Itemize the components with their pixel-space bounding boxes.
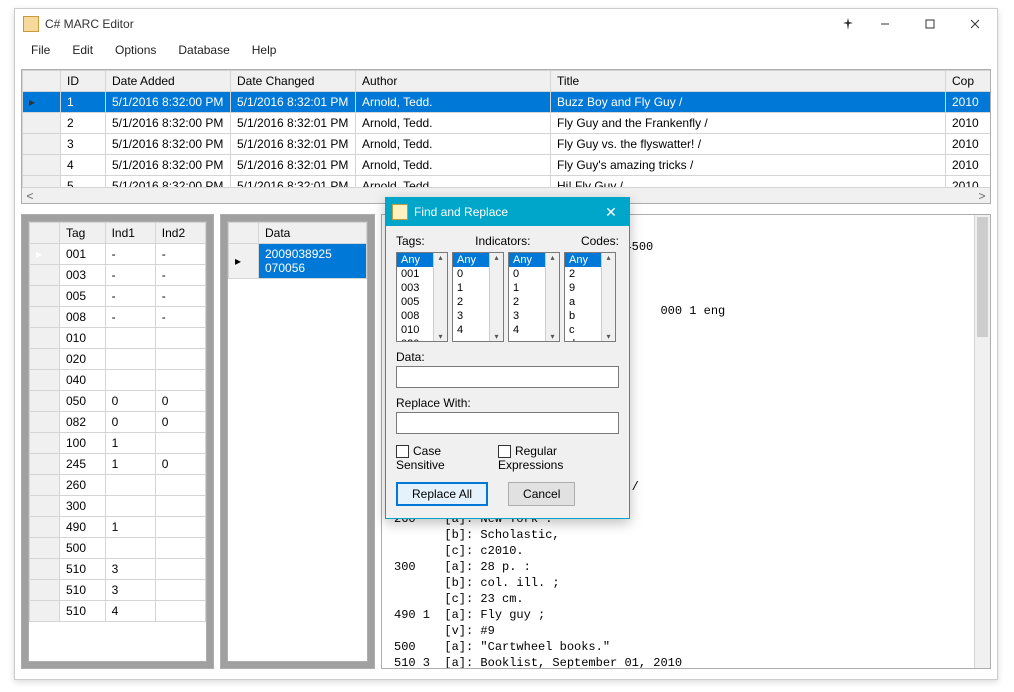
table-row[interactable]: 005--	[30, 286, 206, 307]
dialog-title: Find and Replace	[414, 205, 599, 219]
data-panel: Data▸2009038925 070056	[220, 214, 375, 669]
menu-file[interactable]: File	[21, 40, 60, 60]
table-row[interactable]: 260	[30, 475, 206, 496]
dialog-icon	[392, 204, 408, 220]
replace-input[interactable]	[396, 412, 619, 434]
table-row[interactable]: 35/1/2016 8:32:00 PM5/1/2016 8:32:01 PMA…	[23, 134, 991, 155]
data-input[interactable]	[396, 366, 619, 388]
menubar: File Edit Options Database Help	[15, 39, 997, 61]
table-row[interactable]: 020	[30, 349, 206, 370]
app-icon	[23, 16, 39, 32]
scroll-right-icon[interactable]: >	[974, 189, 990, 203]
table-row[interactable]: 5103	[30, 559, 206, 580]
table-row[interactable]: 003--	[30, 265, 206, 286]
ind1-listbox[interactable]: Any01234▴▾	[452, 252, 504, 342]
find-replace-dialog: Find and Replace ✕ Tags: Indicators: Cod…	[385, 197, 630, 519]
tags-listbox[interactable]: Any001003005008010020▴▾	[396, 252, 448, 342]
minimize-button[interactable]	[862, 9, 907, 39]
menu-options[interactable]: Options	[105, 40, 166, 60]
table-row[interactable]: 15/1/2016 8:32:00 PM5/1/2016 8:32:01 PMA…	[23, 92, 991, 113]
maximize-button[interactable]	[907, 9, 952, 39]
column-header[interactable]: Title	[551, 71, 946, 92]
regex-checkbox[interactable]: Regular Expressions	[498, 444, 619, 472]
dialog-close-button[interactable]: ✕	[599, 204, 623, 221]
table-row[interactable]: ▸2009038925 070056	[229, 244, 367, 279]
label-tags: Tags:	[396, 234, 425, 248]
table-row[interactable]: 45/1/2016 8:32:00 PM5/1/2016 8:32:01 PMA…	[23, 155, 991, 176]
window-title: C# MARC Editor	[45, 17, 834, 31]
column-header[interactable]: Date Changed	[231, 71, 356, 92]
column-header[interactable]: Author	[356, 71, 551, 92]
tags-grid[interactable]: TagInd1Ind2▸001--003--005--008--01002004…	[28, 221, 207, 662]
case-sensitive-checkbox[interactable]: Case Sensitive	[396, 444, 488, 472]
table-row[interactable]: 08200	[30, 412, 206, 433]
table-row[interactable]: 4901	[30, 517, 206, 538]
table-row[interactable]: 25/1/2016 8:32:00 PM5/1/2016 8:32:01 PMA…	[23, 113, 991, 134]
menu-help[interactable]: Help	[242, 40, 287, 60]
column-header[interactable]: Cop	[946, 71, 991, 92]
ind2-listbox[interactable]: Any01234▴▾	[508, 252, 560, 342]
label-data: Data:	[396, 350, 619, 364]
close-button[interactable]	[952, 9, 997, 39]
table-row[interactable]: 05000	[30, 391, 206, 412]
scroll-left-icon[interactable]: <	[22, 189, 38, 203]
table-row[interactable]: 5104	[30, 601, 206, 622]
menu-edit[interactable]: Edit	[62, 40, 103, 60]
cancel-button[interactable]: Cancel	[508, 482, 575, 506]
label-codes: Codes:	[581, 234, 619, 248]
column-header[interactable]: Date Added	[106, 71, 231, 92]
dialog-titlebar[interactable]: Find and Replace ✕	[386, 198, 629, 226]
table-row[interactable]: ▸001--	[30, 244, 206, 265]
pin-icon[interactable]	[834, 9, 862, 39]
data-grid[interactable]: Data▸2009038925 070056	[227, 221, 368, 662]
records-grid[interactable]: IDDate AddedDate ChangedAuthorTitleCop15…	[21, 69, 991, 204]
menu-database[interactable]: Database	[168, 40, 239, 60]
label-indicators: Indicators:	[475, 234, 530, 248]
table-row[interactable]: 1001	[30, 433, 206, 454]
vertical-scrollbar[interactable]	[974, 215, 990, 668]
tags-panel: TagInd1Ind2▸001--003--005--008--01002004…	[21, 214, 214, 669]
table-row[interactable]: 300	[30, 496, 206, 517]
replace-all-button[interactable]: Replace All	[396, 482, 488, 506]
label-replace: Replace With:	[396, 396, 619, 410]
table-row[interactable]: 500	[30, 538, 206, 559]
codes-listbox[interactable]: Any29abcd▴▾	[564, 252, 616, 342]
table-row[interactable]: 010	[30, 328, 206, 349]
table-row[interactable]: 24510	[30, 454, 206, 475]
table-row[interactable]: 040	[30, 370, 206, 391]
titlebar[interactable]: C# MARC Editor	[15, 9, 997, 39]
table-row[interactable]: 008--	[30, 307, 206, 328]
column-header[interactable]: ID	[61, 71, 106, 92]
table-row[interactable]: 5103	[30, 580, 206, 601]
